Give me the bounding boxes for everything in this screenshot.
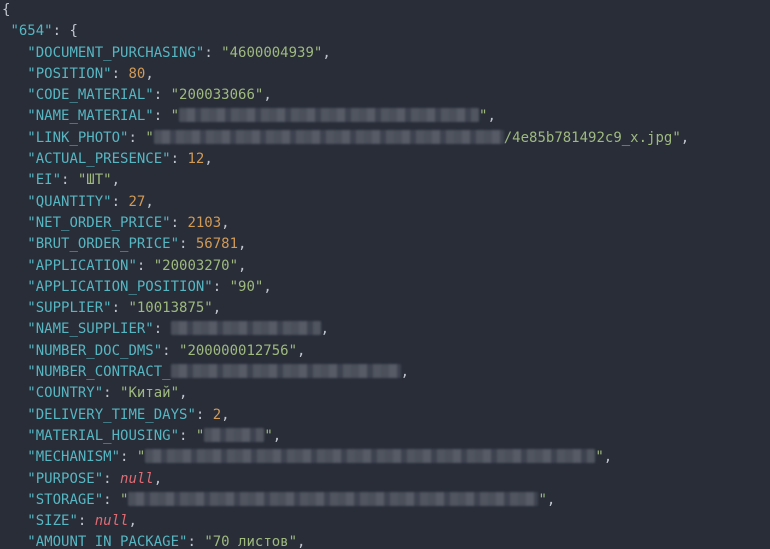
field-key: "PURPOSE": [27, 471, 103, 487]
field-key: "NAME_SUPPLIER": [27, 321, 153, 337]
field-key: "ACTUAL_PRESENCE": [27, 151, 170, 167]
field-key: "EI": [27, 172, 61, 188]
field-key: "POSITION": [27, 66, 111, 82]
json-code-view: { "654": { "DOCUMENT_PURCHASING": "46000…: [0, 0, 770, 549]
field-key: "QUANTITY": [27, 194, 111, 210]
field-value: "200033066",: [171, 87, 272, 103]
field-key: "DOCUMENT_PURCHASING": [27, 45, 204, 61]
entry-key: "654": [10, 23, 52, 39]
field-key: "BRUT_ORDER_PRICE": [27, 236, 179, 252]
field-key: "LINK_PHOTO": [27, 130, 128, 146]
field-value: "",: [137, 449, 612, 465]
field-value: 80,: [128, 66, 153, 82]
field-value: 2103,: [187, 215, 229, 231]
field-key: "NUMBER_DOC_DMS": [27, 343, 162, 359]
field-key: "AMOUNT_IN_PACKAGE": [27, 534, 187, 549]
field-value: "",: [171, 108, 496, 124]
field-key: "NAME_MATERIAL": [27, 108, 153, 124]
field-value: null,: [120, 471, 162, 487]
field-value: 27,: [128, 194, 153, 210]
field-key: "COUNTRY": [27, 385, 103, 401]
field-value: "70 листов",: [204, 534, 305, 549]
top-brace: {: [2, 2, 10, 18]
field-value: "/4e85b781492c9_x.jpg",: [145, 130, 689, 146]
field-value: 12,: [187, 151, 212, 167]
field-value: "20003270",: [154, 258, 247, 274]
field-value: "",: [120, 492, 555, 508]
field-key: "SUPPLIER": [27, 300, 111, 316]
field-key: "STORAGE": [27, 492, 103, 508]
field-key: "APPLICATION": [27, 258, 137, 274]
field-value: "Китай",: [120, 385, 187, 401]
field-value: "ШТ",: [78, 172, 120, 188]
field-key: "MECHANISM": [27, 449, 120, 465]
field-value: null,: [95, 513, 137, 529]
field-value: 56781,: [196, 236, 247, 252]
field-key: "MATERIAL_HOUSING": [27, 428, 179, 444]
entry-brace: {: [69, 23, 77, 39]
field-key: "NET_ORDER_PRICE": [27, 215, 170, 231]
field-value: ,: [171, 321, 329, 337]
field-value: 2,: [213, 407, 230, 423]
field-key: "DELIVERY_TIME_DAYS": [27, 407, 196, 423]
field-key: "APPLICATION_POSITION": [27, 279, 212, 295]
field-value: "",: [196, 428, 281, 444]
field-value: "90",: [230, 279, 272, 295]
field-value: "4600004939",: [221, 45, 331, 61]
field-value: "10013875",: [128, 300, 221, 316]
field-key: "NUMBER_CONTRACT_: [27, 364, 170, 380]
field-key: "SIZE": [27, 513, 78, 529]
field-key: "CODE_MATERIAL": [27, 87, 153, 103]
field-value: "200000012756",: [179, 343, 305, 359]
